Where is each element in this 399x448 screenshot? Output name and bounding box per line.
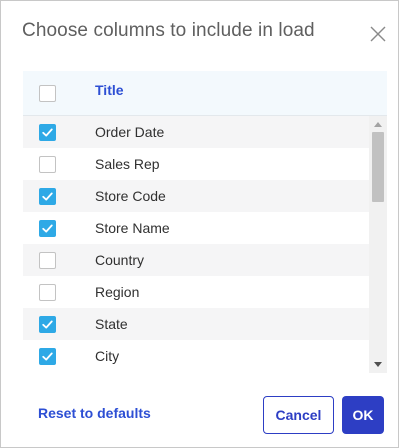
grid-header: Title	[23, 71, 387, 116]
select-all-checkbox[interactable]	[39, 85, 56, 102]
table-row[interactable]: Country	[23, 244, 369, 276]
table-row[interactable]: Order Date	[23, 116, 369, 148]
row-label: Store Name	[95, 220, 170, 236]
table-row[interactable]: Sales Rep	[23, 148, 369, 180]
reset-to-defaults-link[interactable]: Reset to defaults	[38, 405, 151, 421]
row-checkbox[interactable]	[39, 348, 56, 365]
close-icon[interactable]	[368, 24, 388, 44]
row-label: Store Code	[95, 188, 166, 204]
scroll-up-arrow-icon[interactable]	[374, 122, 382, 127]
row-checkbox[interactable]	[39, 124, 56, 141]
row-label: State	[95, 316, 128, 332]
row-checkbox[interactable]	[39, 316, 56, 333]
table-row[interactable]: Store Name	[23, 212, 369, 244]
scrollbar-thumb[interactable]	[372, 132, 384, 202]
row-checkbox[interactable]	[39, 284, 56, 301]
row-checkbox[interactable]	[39, 220, 56, 237]
columns-grid: Title Order Date Sales Rep Store Code St…	[23, 71, 387, 373]
row-checkbox[interactable]	[39, 252, 56, 269]
table-row[interactable]: Region	[23, 276, 369, 308]
cancel-button[interactable]: Cancel	[263, 396, 334, 434]
row-label: Region	[95, 284, 140, 300]
row-checkbox[interactable]	[39, 188, 56, 205]
dialog-title: Choose columns to include in load	[22, 20, 315, 41]
row-label: City	[95, 348, 120, 364]
table-row[interactable]: City	[23, 340, 369, 372]
table-row[interactable]: Store Code	[23, 180, 369, 212]
vertical-scrollbar[interactable]	[369, 116, 387, 373]
ok-button[interactable]: OK	[342, 396, 384, 434]
row-label: Order Date	[95, 124, 165, 140]
table-row[interactable]: State	[23, 308, 369, 340]
scroll-down-arrow-icon[interactable]	[374, 362, 382, 367]
row-checkbox[interactable]	[39, 156, 56, 173]
row-label: Sales Rep	[95, 156, 160, 172]
column-chooser-dialog: Choose columns to include in load Title …	[0, 0, 399, 448]
grid-rows: Order Date Sales Rep Store Code Store Na…	[23, 116, 369, 373]
title-column-header[interactable]: Title	[95, 82, 124, 98]
row-label: Country	[95, 252, 145, 268]
